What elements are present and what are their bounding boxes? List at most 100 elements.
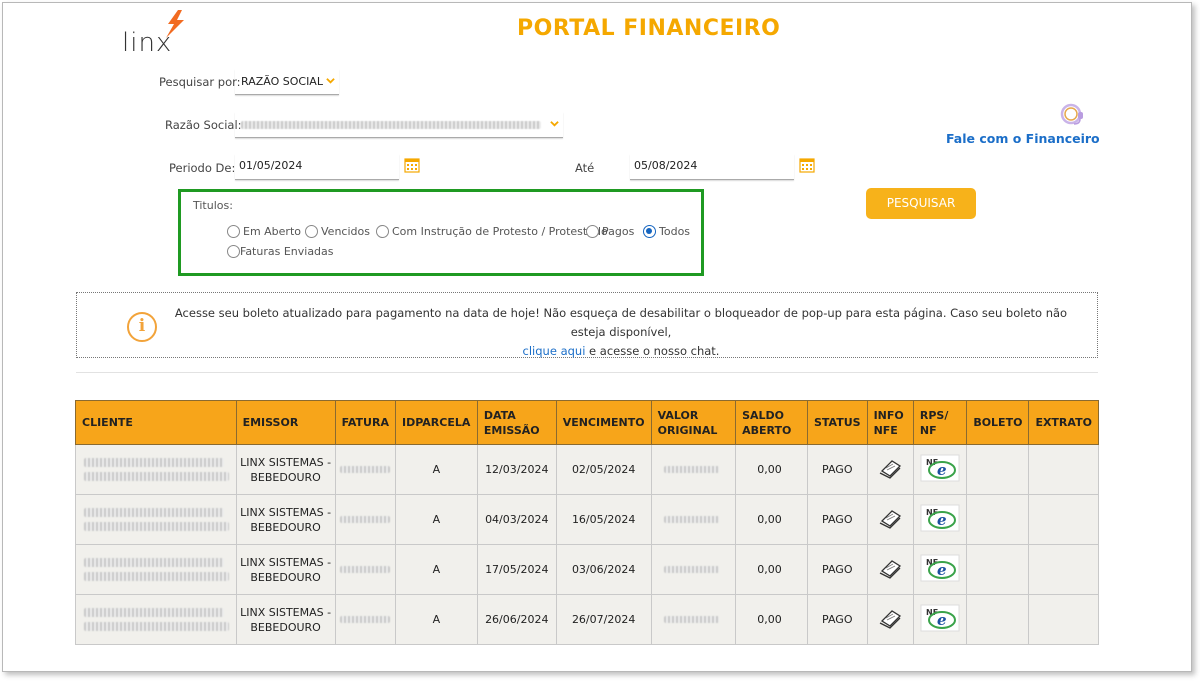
pesquisar-button[interactable]: PESQUISAR [866, 188, 976, 219]
document-stack-icon [879, 609, 902, 629]
cell-emissor: LINX SISTEMAS - BEBEDOURO [235, 494, 336, 545]
emissor-line2: BEBEDOURO [250, 570, 321, 584]
cell-rps-nf[interactable]: NF e [912, 444, 968, 495]
cell-status: PAGO [806, 544, 868, 595]
col-header-saldo-aberto[interactable]: SALDO ABERTO [735, 400, 808, 445]
cell-boleto[interactable] [966, 444, 1030, 495]
cell-saldo-aberto: 0,00 [735, 594, 808, 645]
col-header-status[interactable]: STATUS [806, 400, 868, 445]
radio-button-icon [227, 225, 240, 238]
calendar-icon[interactable] [404, 157, 420, 173]
svg-text:e: e [937, 511, 947, 529]
col-header-data-emissao[interactable]: DATA EMISSÃO [476, 400, 557, 445]
page-title: PORTAL FINANCEIRO [517, 16, 781, 41]
svg-text:e: e [937, 461, 947, 479]
cell-boleto[interactable] [966, 494, 1030, 545]
cell-info-nfe[interactable] [866, 544, 914, 595]
emissor-line2: BEBEDOURO [250, 620, 321, 634]
table-header-row: CLIENTE EMISSOR FATURA IDPARCELA DATA EM… [75, 400, 1099, 445]
svg-text:e: e [937, 611, 947, 629]
radio-button-icon [305, 225, 318, 238]
cell-fatura [334, 444, 396, 495]
cell-info-nfe[interactable] [866, 594, 914, 645]
cell-rps-nf[interactable]: NF e [912, 494, 968, 545]
col-header-valor-original[interactable]: VALOR ORIGINAL [650, 400, 737, 445]
radio-faturas-enviadas[interactable]: Faturas Enviadas [227, 245, 334, 258]
cell-saldo-aberto: 0,00 [735, 544, 808, 595]
cell-valor-original [650, 544, 737, 595]
cell-extrato[interactable] [1028, 444, 1099, 495]
col-header-idparcela[interactable]: IDPARCELA [394, 400, 478, 445]
col-header-info-nfe[interactable]: INFO NFE [866, 400, 914, 445]
invoices-table: CLIENTE EMISSOR FATURA IDPARCELA DATA EM… [75, 400, 1099, 645]
nfe-logo-icon: NFe [920, 554, 960, 581]
linx-logo-icon [166, 10, 184, 38]
boleto-notice: i Acesse seu boleto atualizado para paga… [76, 292, 1098, 358]
cell-extrato[interactable] [1028, 494, 1099, 545]
cell-boleto[interactable] [966, 594, 1030, 645]
razao-social-select[interactable] [235, 112, 563, 138]
cell-rps-nf[interactable]: NF e [912, 544, 968, 595]
col-header-extrato[interactable]: EXTRATO [1028, 400, 1099, 445]
cell-status: PAGO [806, 594, 868, 645]
nfe-logo-icon: NFe [920, 504, 960, 531]
col-header-vencimento[interactable]: VENCIMENTO [555, 400, 652, 445]
table-row[interactable]: LINX SISTEMAS - BEBEDOURO A 17/05/2024 03/06… [75, 544, 1099, 595]
cell-valor-original [650, 494, 737, 545]
cell-info-nfe[interactable] [866, 494, 914, 545]
table-row[interactable]: LINX SISTEMAS - BEBEDOURO A 04/03/2024 16/05… [75, 494, 1099, 545]
fale-com-financeiro-link[interactable]: Fale com o Financeiro [946, 131, 1100, 146]
cell-cliente [75, 444, 237, 495]
cell-cliente [75, 544, 237, 595]
notice-line2: e acesse o nosso chat. [585, 344, 720, 358]
titulos-label: Titulos: [193, 199, 233, 212]
cell-saldo-aberto: 0,00 [735, 444, 808, 495]
radio-vencidos[interactable]: Vencidos [305, 225, 370, 238]
cell-boleto[interactable] [966, 544, 1030, 595]
cell-cliente [75, 594, 237, 645]
emissor-line1: LINX SISTEMAS - [240, 555, 332, 569]
cell-valor-original [650, 594, 737, 645]
radio-com-instrucao-protesto[interactable]: Com Instrução de Protesto / Protestado [376, 225, 608, 238]
search-by-select[interactable]: RAZÃO SOCIAL [235, 69, 339, 95]
clique-aqui-link[interactable]: clique aqui [523, 344, 586, 358]
headset-icon[interactable] [1058, 100, 1086, 128]
cell-fatura [334, 594, 396, 645]
table-row[interactable]: LINX SISTEMAS - BEBEDOURO A 26/06/2024 26/07… [75, 594, 1099, 645]
cell-info-nfe[interactable] [866, 444, 914, 495]
radio-label: Pagos [602, 225, 635, 238]
cell-extrato[interactable] [1028, 544, 1099, 595]
cell-data-emissao: 26/06/2024 [476, 594, 557, 645]
cell-emissor: LINX SISTEMAS - BEBEDOURO [235, 594, 336, 645]
cell-idparcela: A [394, 594, 478, 645]
emissor-line2: BEBEDOURO [250, 520, 321, 534]
cell-fatura [334, 544, 396, 595]
col-header-rps-nf[interactable]: RPS/ NF [912, 400, 968, 445]
radio-todos[interactable]: Todos [643, 225, 690, 238]
col-header-fatura[interactable]: FATURA [334, 400, 396, 445]
radio-em-aberto[interactable]: Em Aberto [227, 225, 301, 238]
radio-pagos[interactable]: Pagos [586, 225, 634, 238]
cell-status: PAGO [806, 444, 868, 495]
document-stack-icon [879, 559, 902, 579]
radio-label: Vencidos [321, 225, 370, 238]
titulos-filter-box: Titulos: Em Aberto Vencidos Com Instruçã… [178, 189, 704, 276]
col-header-cliente[interactable]: CLIENTE [75, 400, 237, 445]
periodo-de-input[interactable]: 01/05/2024 [235, 154, 399, 180]
ate-label: Até [575, 161, 595, 175]
emissor-line1: LINX SISTEMAS - [240, 455, 332, 469]
cell-extrato[interactable] [1028, 594, 1099, 645]
periodo-ate-input[interactable]: 05/08/2024 [630, 154, 794, 180]
table-row[interactable]: LINX SISTEMAS - BEBEDOURO A 12/03/2024 02/05… [75, 444, 1099, 495]
col-header-emissor[interactable]: EMISSOR [235, 400, 336, 445]
cell-emissor: LINX SISTEMAS - BEBEDOURO [235, 544, 336, 595]
col-header-boleto[interactable]: BOLETO [966, 400, 1030, 445]
table-body: LINX SISTEMAS - BEBEDOURO A 12/03/2024 02/05… [75, 444, 1099, 645]
cell-data-emissao: 17/05/2024 [476, 544, 557, 595]
notice-line1: Acesse seu boleto atualizado para pagame… [174, 306, 1068, 339]
cell-rps-nf[interactable]: NF e [912, 594, 968, 645]
document-stack-icon [879, 509, 902, 529]
search-by-value: RAZÃO SOCIAL [241, 75, 323, 88]
radio-button-icon [376, 225, 389, 238]
calendar-icon[interactable] [799, 157, 815, 173]
